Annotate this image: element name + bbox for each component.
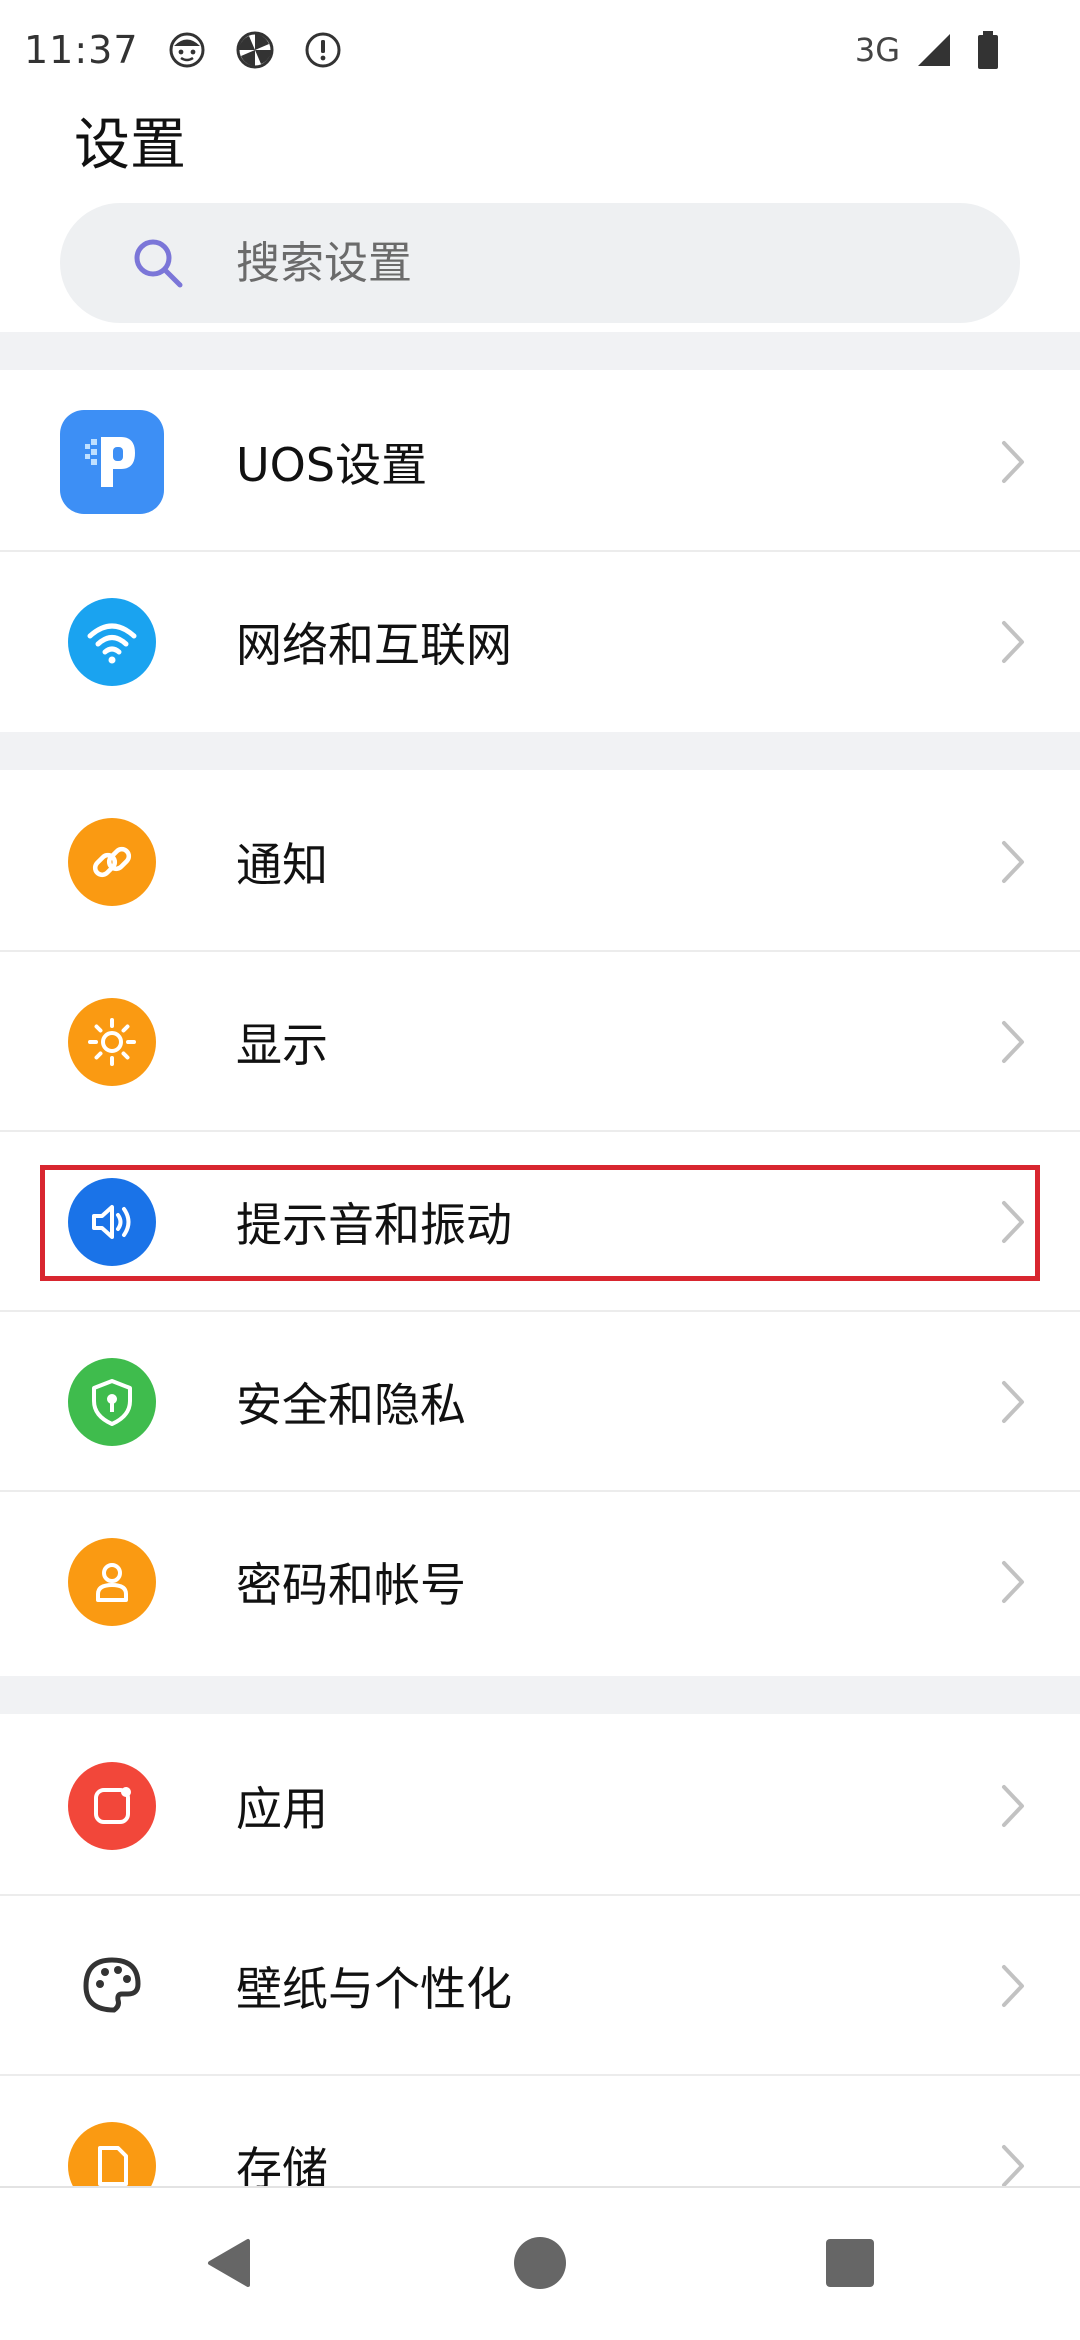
item-label-sound: 提示音和振动: [236, 1198, 512, 1252]
search-icon: [134, 239, 183, 288]
speaker-icon: [68, 1178, 156, 1266]
battery-icon: [968, 30, 1008, 70]
face-icon: [167, 30, 207, 70]
item-label-display: 显示: [236, 1018, 328, 1072]
group-gap-1: [0, 332, 1080, 370]
settings-item-display[interactable]: 显示: [0, 952, 1080, 1132]
page-title: 设置: [74, 113, 186, 178]
settings-item-accounts[interactable]: 密码和帐号: [0, 1492, 1080, 1672]
status-bar: 11:37 3G: [0, 0, 1080, 100]
person-icon: [68, 1538, 156, 1626]
settings-item-apps[interactable]: 应用: [0, 1716, 1080, 1896]
settings-item-security[interactable]: 安全和隐私: [0, 1312, 1080, 1492]
uos-app-icon: [60, 410, 164, 514]
group-gap-2: [0, 732, 1080, 770]
item-label-wallpaper: 壁纸与个性化: [236, 1962, 512, 2016]
settings-item-uos[interactable]: UOS设置: [0, 372, 1080, 552]
chevron-right-icon: [1002, 441, 1024, 483]
link-icon: [68, 818, 156, 906]
item-label-notifications: 通知: [236, 838, 328, 892]
search-input[interactable]: [234, 236, 938, 290]
item-label-network: 网络和互联网: [236, 618, 512, 672]
wifi-icon: [68, 598, 156, 686]
search-bar[interactable]: [60, 203, 1020, 323]
chevron-right-icon: [1002, 1021, 1024, 1063]
chevron-right-icon: [1002, 1381, 1024, 1423]
chevron-right-icon: [1002, 1561, 1024, 1603]
sun-icon: [68, 998, 156, 1086]
item-label-security: 安全和隐私: [236, 1378, 466, 1432]
item-label-uos: UOS设置: [236, 438, 428, 492]
item-label-accounts: 密码和帐号: [236, 1558, 466, 1612]
network-type: 3G: [854, 31, 900, 69]
settings-item-network[interactable]: 网络和互联网: [0, 552, 1080, 732]
status-time: 11:37: [24, 28, 139, 72]
settings-item-wallpaper[interactable]: 壁纸与个性化: [0, 1896, 1080, 2076]
recents-icon[interactable]: [815, 2228, 885, 2298]
alert-icon: [303, 30, 343, 70]
settings-item-sound[interactable]: 提示音和振动: [0, 1132, 1080, 1312]
palette-icon: [68, 1942, 156, 2030]
item-label-apps: 应用: [236, 1782, 328, 1836]
navigation-bar: [0, 2186, 1080, 2340]
back-icon[interactable]: [195, 2228, 265, 2298]
home-icon[interactable]: [505, 2228, 575, 2298]
shield-icon: [68, 1358, 156, 1446]
chevron-right-icon: [1002, 2145, 1024, 2187]
status-right: 3G: [855, 30, 1008, 70]
chevron-right-icon: [1002, 1965, 1024, 2007]
pinwheel-icon: [235, 30, 275, 70]
chevron-right-icon: [1002, 841, 1024, 883]
chevron-right-icon: [1002, 621, 1024, 663]
apps-icon: [68, 1762, 156, 1850]
signal-icon: [914, 30, 954, 70]
status-left: 11:37: [24, 28, 343, 72]
chevron-right-icon: [1002, 1785, 1024, 1827]
settings-item-notifications[interactable]: 通知: [0, 772, 1080, 952]
group-gap-3: [0, 1676, 1080, 1714]
chevron-right-icon: [1002, 1201, 1024, 1243]
